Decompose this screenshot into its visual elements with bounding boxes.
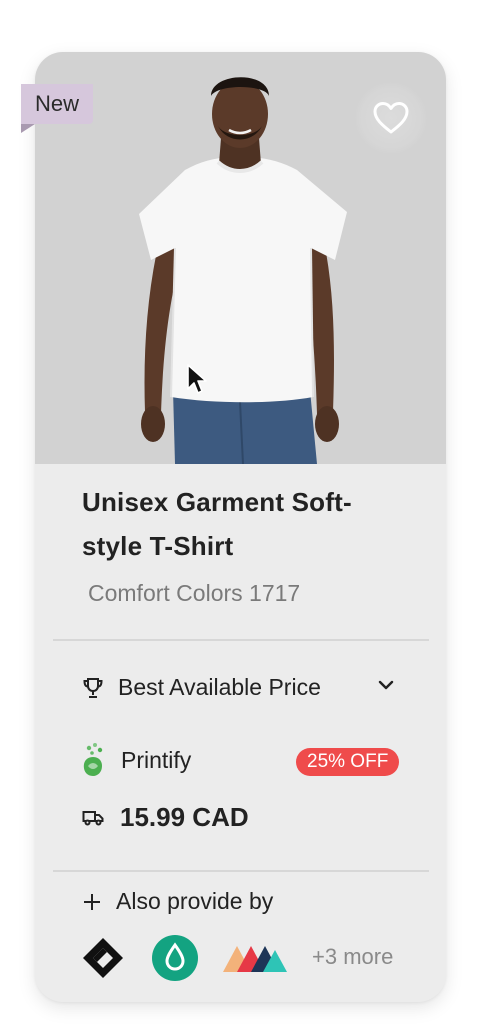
mouse-cursor-icon — [187, 364, 207, 394]
price-row: 15.99 CAD — [82, 802, 249, 833]
plus-icon — [84, 893, 100, 910]
also-provide-label: Also provide by — [116, 888, 274, 914]
diamond-logo-icon[interactable] — [79, 934, 127, 982]
product-model: Comfort Colors 1717 — [88, 580, 301, 606]
product-image[interactable] — [35, 52, 446, 464]
trophy-icon — [83, 677, 103, 698]
product-title[interactable]: Unisex Garment Soft- style T-Shirt — [82, 480, 402, 568]
product-card[interactable]: Unisex Garment Soft- style T-Shirt Comfo… — [35, 52, 446, 1002]
best-price-row[interactable]: Best Available Price — [82, 674, 321, 701]
more-providers-link[interactable]: +3 more — [312, 944, 393, 970]
printify-logo-icon — [83, 743, 103, 776]
vendor-row[interactable]: Printify — [81, 742, 191, 778]
best-price-label: Best Available Price — [118, 674, 321, 700]
price: 15.99 CAD — [120, 802, 249, 832]
vendor-name: Printify — [121, 746, 192, 773]
product-title-line-2: style T-Shirt — [82, 531, 234, 561]
truck-icon — [82, 810, 104, 825]
chevron-down-icon[interactable] — [375, 674, 397, 696]
divider — [53, 870, 429, 872]
product-title-line-1: Unisex Garment Soft- — [82, 487, 352, 517]
triangles-logo-icon[interactable] — [223, 942, 287, 974]
also-provide-toggle[interactable]: Also provide by — [82, 888, 273, 915]
discount-badge: 25% OFF — [296, 748, 400, 776]
divider — [53, 639, 429, 641]
heart-icon — [373, 102, 409, 134]
favorite-button[interactable] — [355, 82, 427, 154]
drop-logo-icon[interactable] — [151, 934, 199, 982]
new-badge: New — [21, 84, 94, 124]
